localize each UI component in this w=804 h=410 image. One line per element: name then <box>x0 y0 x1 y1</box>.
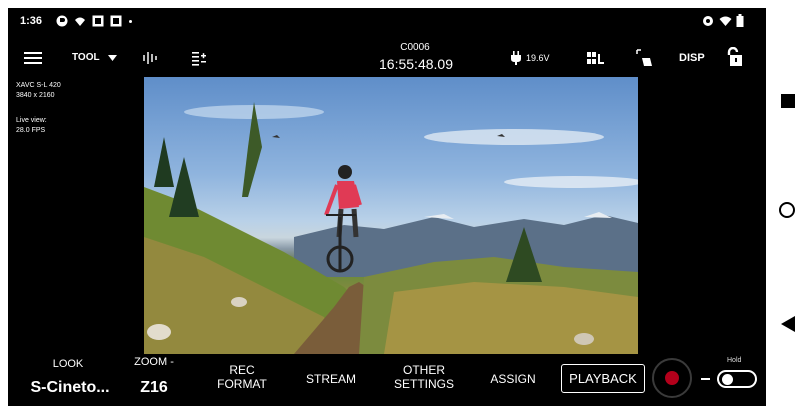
data-saver-icon <box>703 16 713 26</box>
tool-dropdown-label[interactable]: TOOL <box>72 52 100 63</box>
rec-format-button[interactable]: REC FORMAT <box>214 363 270 391</box>
other-settings-button[interactable]: OTHER SETTINGS <box>386 363 462 391</box>
home-button[interactable] <box>779 202 795 218</box>
resolution-info: 3840 x 2160 <box>16 92 55 99</box>
hold-label: Hold <box>727 357 742 364</box>
codec-info: XAVC S-L 420 <box>16 82 61 89</box>
zoom-label: ZOOM - <box>134 356 174 368</box>
wifi-notification-icon <box>75 17 85 26</box>
image-notification-icon <box>92 15 104 27</box>
live-view-image[interactable] <box>144 77 638 354</box>
more-notifications-dot <box>129 20 132 23</box>
stream-button[interactable]: STREAM <box>298 372 364 386</box>
status-time: 1:36 <box>20 15 43 27</box>
record-dot-icon <box>665 371 679 385</box>
focus-area-icon[interactable] <box>636 49 654 67</box>
hold-connector <box>701 378 710 380</box>
app-notification-icon <box>56 15 68 27</box>
zoom-value-button[interactable]: Z16 <box>124 379 184 397</box>
live-view-label: Live view: <box>16 117 47 124</box>
disp-button[interactable]: DISP <box>679 52 705 64</box>
gallery-notification-icon <box>110 15 122 27</box>
mountain-biker-scene <box>144 102 638 354</box>
hold-toggle[interactable] <box>717 370 757 388</box>
battery-status-icon <box>736 14 744 27</box>
playback-button[interactable]: PLAYBACK <box>561 364 645 393</box>
record-button[interactable] <box>652 358 692 398</box>
unlock-icon[interactable] <box>726 47 744 67</box>
histogram-icon[interactable] <box>587 50 605 66</box>
plug-icon <box>511 51 521 65</box>
hold-toggle-knob <box>722 374 733 385</box>
assign-button[interactable]: ASSIGN <box>483 372 543 386</box>
clip-number: C0006 <box>400 42 430 53</box>
chevron-down-icon[interactable] <box>108 55 117 61</box>
exposure-compensation-icon[interactable] <box>191 50 207 66</box>
look-label: LOOK <box>52 358 84 370</box>
battery-voltage: 19.6V <box>526 53 550 63</box>
audio-level-icon[interactable] <box>142 50 160 66</box>
look-value-button[interactable]: S-Cineto... <box>20 379 120 397</box>
wifi-signal-icon <box>719 16 732 26</box>
system-navigation-bar <box>766 0 804 410</box>
back-icon[interactable] <box>781 316 795 332</box>
timecode: 16:55:48.09 <box>379 56 453 72</box>
live-view-fps: 28.0 FPS <box>16 127 46 134</box>
recents-button[interactable] <box>781 94 795 108</box>
camera-app-screen: 1:36 TOOL C0006 16:55:48.09 19.6V DISP X… <box>8 8 766 406</box>
hamburger-icon[interactable] <box>24 51 42 65</box>
